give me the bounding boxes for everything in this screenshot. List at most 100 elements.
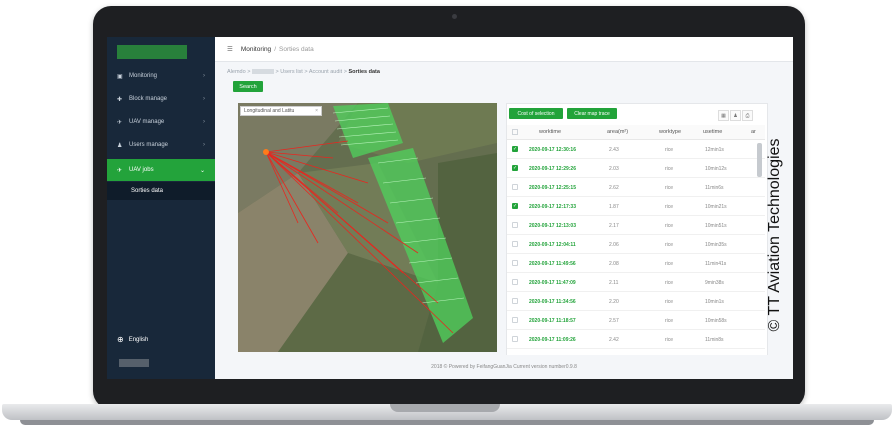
person-icon[interactable]: ♟ (730, 110, 741, 121)
map-canvas (238, 103, 497, 352)
cell-worktype: rice (665, 299, 674, 305)
jobs-icon: ✈ (117, 167, 123, 174)
table-row[interactable]: 2020-09-17 11:47:09 2.11 rice 9min38s (507, 274, 765, 292)
cell-area: 2.03 (609, 166, 619, 172)
row-checkbox[interactable] (512, 279, 518, 285)
sidebar-item-block-manage[interactable]: ✚ Block manage › (107, 88, 215, 110)
grid-icon[interactable]: ▦ (718, 110, 729, 121)
sidebar-item-label: UAV jobs (129, 167, 154, 173)
cell-worktype: rice (665, 318, 674, 324)
sidebar-subitem-sorties-data[interactable]: Sorties data (107, 182, 215, 200)
row-checkbox[interactable]: ✓ (512, 203, 518, 209)
chevron-right-icon: › (203, 73, 205, 79)
breadcrumb-current: Sorties data (348, 69, 380, 75)
column-ar[interactable]: ar (751, 129, 756, 135)
cell-worktype: rice (665, 261, 674, 267)
sidebar-item-users-manage[interactable]: ♟ Users manage › (107, 134, 215, 156)
users-icon: ♟ (117, 142, 123, 149)
breadcrumb-item[interactable]: Users list (280, 69, 303, 75)
sidebar-item-label: Users manage (129, 142, 169, 148)
column-area[interactable]: area(m²) (607, 129, 628, 135)
table-row[interactable]: 2020-09-17 11:34:56 2.20 rice 10min1s (507, 293, 765, 311)
cell-area: 2.62 (609, 185, 619, 191)
table-row[interactable]: 2020-09-17 11:49:56 2.08 rice 11min41s (507, 255, 765, 273)
row-checkbox[interactable]: ✓ (512, 146, 518, 152)
satellite-map[interactable] (238, 103, 497, 352)
avatar[interactable] (119, 359, 149, 367)
row-checkbox[interactable] (512, 317, 518, 323)
chevron-right-icon: › (203, 142, 205, 148)
table-row[interactable]: 2020-09-17 12:13:03 2.17 rice 10min51s (507, 217, 765, 235)
sidebar-item-uav-jobs[interactable]: ✈ UAV jobs ⌄ (107, 159, 215, 181)
sidebar-item-monitoring[interactable]: ▣ Monitoring › (107, 65, 215, 87)
sidebar-item-label: UAV manage (129, 119, 165, 125)
row-checkbox[interactable] (512, 222, 518, 228)
breadcrumb-item[interactable]: Account audit (309, 69, 342, 75)
cell-worktype: rice (665, 337, 674, 343)
uav-icon: ✈ (117, 119, 123, 126)
cell-worktype: rice (665, 185, 674, 191)
sidebar-item-uav-manage[interactable]: ✈ UAV manage › (107, 111, 215, 133)
column-usetime[interactable]: usetime (703, 129, 722, 135)
select-all-checkbox[interactable] (512, 129, 518, 135)
app-screen: ▣ Monitoring › ✚ Block manage › ✈ UAV ma… (107, 37, 793, 379)
breadcrumb: Alemdo > > Users list > Account audit > … (227, 69, 380, 75)
row-checkbox[interactable] (512, 241, 518, 247)
row-checkbox[interactable] (512, 184, 518, 190)
cell-area: 2.43 (609, 147, 619, 153)
watermark: © TT Aviation Technologies (760, 110, 790, 360)
row-checkbox[interactable] (512, 260, 518, 266)
cost-of-selection-button[interactable]: Cost of selection (509, 108, 563, 119)
menu-icon[interactable]: ☰ (227, 45, 233, 53)
cell-usetime: 12min1s (705, 147, 724, 153)
cell-worktime: 2020-09-17 12:13:03 (529, 223, 576, 229)
cell-area: 2.11 (609, 280, 619, 286)
cell-usetime: 10min12s (705, 166, 727, 172)
footer: 2018 © Powered by FeifangGuanJia Current… (215, 355, 793, 379)
table-row[interactable]: ✓ 2020-09-17 12:30:16 2.43 rice 12min1s (507, 141, 765, 159)
globe-icon: ⊕ (117, 335, 124, 344)
cell-usetime: 10min35s (705, 242, 727, 248)
cell-worktype: rice (665, 147, 674, 153)
header-page: Sorties data (279, 45, 314, 53)
column-worktime[interactable]: worktime (539, 129, 561, 135)
header-section: Monitoring (240, 45, 272, 53)
breadcrumb-item[interactable]: Alemdo (227, 69, 246, 75)
laptop-notch (390, 404, 500, 412)
block-icon: ✚ (117, 96, 123, 103)
monitor-icon: ▣ (117, 73, 123, 80)
breadcrumb-sep: > (304, 69, 308, 75)
top-bar: ☰ Monitoring / Sorties data (215, 37, 793, 62)
close-icon[interactable]: × (315, 108, 318, 114)
cell-area: 2.08 (609, 261, 619, 267)
table-row[interactable]: ✓ 2020-09-17 12:29:26 2.03 rice 10min12s (507, 160, 765, 178)
coordinate-select-value: Longitudinal and Latitu (244, 108, 295, 114)
search-button[interactable]: Search (233, 81, 263, 92)
table-row[interactable]: 2020-09-17 12:04:11 2.06 rice 10min35s (507, 236, 765, 254)
column-worktype[interactable]: worktype (659, 129, 681, 135)
cell-area: 2.17 (609, 223, 619, 229)
row-checkbox[interactable]: ✓ (512, 165, 518, 171)
camera-icon (452, 14, 457, 19)
header-separator: / (274, 45, 276, 53)
print-icon[interactable]: ⎙ (742, 110, 753, 121)
cell-usetime: 9min38s (705, 280, 724, 286)
sidebar-item-label: Block manage (129, 96, 168, 102)
logo (117, 45, 187, 59)
row-checkbox[interactable] (512, 336, 518, 342)
cell-worktype: rice (665, 280, 674, 286)
coordinate-select[interactable]: Longitudinal and Latitu × (240, 106, 322, 116)
breadcrumb-sep: > (343, 69, 347, 75)
table-row[interactable]: 2020-09-17 12:25:15 2.62 rice 11min6s (507, 179, 765, 197)
table-row[interactable]: 2020-09-17 11:18:57 2.57 rice 10min58s (507, 312, 765, 330)
laptop-foot (20, 420, 874, 425)
clear-map-trace-button[interactable]: Clear map trace (567, 108, 617, 119)
cell-usetime: 11min8s (705, 337, 724, 343)
home-marker-icon (263, 149, 269, 155)
table-row[interactable]: ✓ 2020-09-17 12:17:33 1.87 rice 10min21s (507, 198, 765, 216)
cell-worktime: 2020-09-17 11:34:56 (529, 299, 576, 305)
table-row[interactable]: 2020-09-17 11:09:26 2.42 rice 11min8s (507, 331, 765, 349)
language-switch[interactable]: ⊕ English (117, 335, 148, 344)
sidebar-subitem-label: Sorties data (131, 188, 164, 194)
row-checkbox[interactable] (512, 298, 518, 304)
